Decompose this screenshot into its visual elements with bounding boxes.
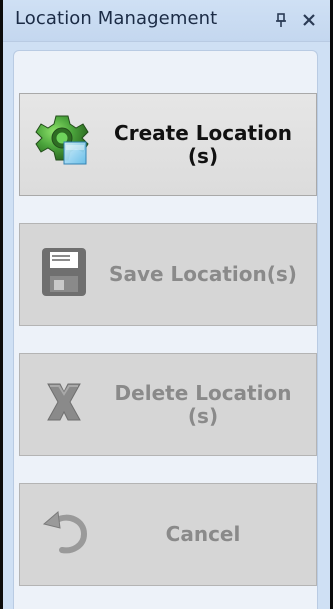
cancel-label: Cancel xyxy=(165,522,241,546)
create-location-button[interactable]: Create Location (s) xyxy=(19,93,317,196)
close-icon[interactable] xyxy=(299,10,319,30)
location-management-panel: Location Management Create Location (s) … xyxy=(3,0,330,609)
save-location-label: Save Location(s) xyxy=(109,262,297,286)
panel-titlebar: Location Management xyxy=(3,0,330,42)
delete-location-button[interactable]: Delete Location (s) xyxy=(19,353,317,456)
undo-arrow-icon xyxy=(34,502,94,562)
save-icon xyxy=(34,242,94,302)
panel-title: Location Management xyxy=(15,8,218,29)
cancel-button[interactable]: Cancel xyxy=(19,483,317,586)
create-location-label: Create Location (s) xyxy=(114,120,292,168)
screen-frame: Location Management Create Location (s) … xyxy=(0,0,333,609)
delete-location-label: Delete Location (s) xyxy=(114,380,292,428)
save-location-button[interactable]: Save Location(s) xyxy=(19,223,317,326)
pin-icon[interactable] xyxy=(271,10,291,30)
gear-add-icon xyxy=(34,112,94,172)
delete-x-icon xyxy=(34,372,94,432)
